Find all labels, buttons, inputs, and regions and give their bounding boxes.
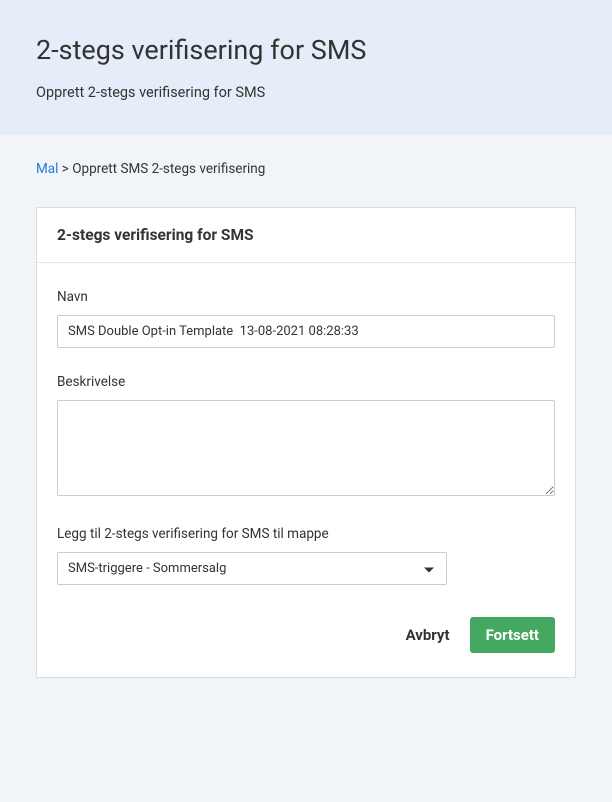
page-title: 2-stegs verifisering for SMS [36,34,576,66]
folder-select-wrapper: SMS-triggere - Sommersalg [57,552,447,585]
page-header: 2-stegs verifisering for SMS Opprett 2-s… [0,0,612,135]
breadcrumb: Mal > Opprett SMS 2-stegs verifisering [36,161,576,177]
card-header: 2-stegs verifisering for SMS [37,208,575,263]
folder-label: Legg til 2-stegs verifisering for SMS ti… [57,526,555,542]
form-card: 2-stegs verifisering for SMS Navn Beskri… [36,207,576,678]
page-subtitle: Opprett 2-stegs verifisering for SMS [36,84,576,101]
name-input[interactable] [57,315,555,348]
breadcrumb-link-mal[interactable]: Mal [36,161,58,177]
continue-button[interactable]: Fortsett [470,617,555,653]
description-textarea[interactable] [57,400,555,496]
folder-select[interactable]: SMS-triggere - Sommersalg [57,552,447,585]
form-group-folder: Legg til 2-stegs verifisering for SMS ti… [57,526,555,585]
breadcrumb-current: Opprett SMS 2-stegs verifisering [72,161,265,177]
card-title: 2-stegs verifisering for SMS [57,226,555,244]
content-area: Mal > Opprett SMS 2-stegs verifisering 2… [0,135,612,678]
form-group-name: Navn [57,289,555,348]
name-label: Navn [57,289,555,305]
form-group-description: Beskrivelse [57,374,555,500]
description-label: Beskrivelse [57,374,555,390]
cancel-button[interactable]: Avbryt [402,618,454,652]
breadcrumb-separator: > [62,161,69,177]
card-body: Navn Beskrivelse Legg til 2-stegs verifi… [37,263,575,677]
form-actions: Avbryt Fortsett [57,617,555,653]
